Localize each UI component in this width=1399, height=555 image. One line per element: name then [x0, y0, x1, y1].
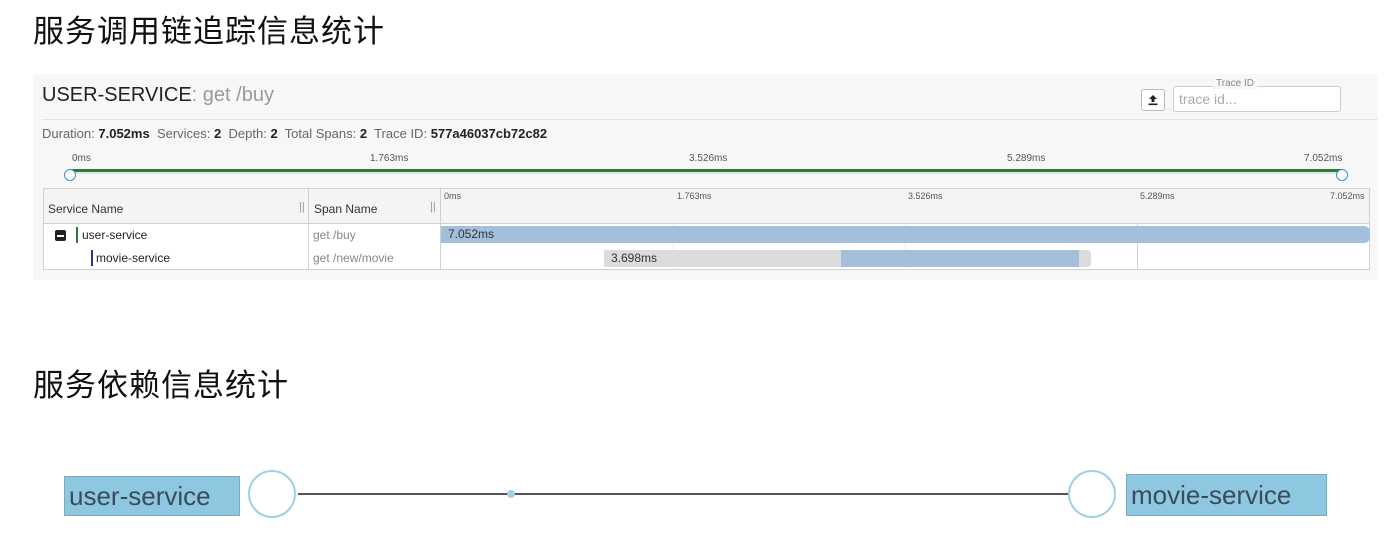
minimap-tick: 0ms	[72, 153, 91, 164]
service-name: user-service	[82, 228, 148, 242]
service-color-marker	[91, 250, 93, 266]
timeline-tick: 3.526ms	[908, 191, 943, 201]
trace-id-legend: Trace ID	[1213, 78, 1257, 89]
span-row[interactable]: user-service get /buy 7.052ms	[44, 224, 1370, 247]
span-duration-label: 3.698ms	[611, 251, 658, 265]
timeline-tick: 0ms	[444, 191, 462, 201]
minus-square-icon[interactable]	[55, 230, 66, 241]
depth-value: 2	[270, 126, 278, 141]
timeline-tick: 7.052ms	[1330, 191, 1365, 201]
trace-id-value: 577a46037cb72c82	[430, 126, 548, 141]
minimap-tick: 7.052ms	[1304, 153, 1343, 164]
minimap-track	[69, 172, 1343, 174]
column-header-span-name[interactable]: Span Name	[314, 189, 434, 223]
span-name: get /new/movie	[313, 251, 394, 265]
services-label: Services:	[156, 126, 211, 141]
page-heading-dependency-stats: 服务依赖信息统计	[33, 368, 289, 404]
upload-icon	[1148, 95, 1158, 106]
dependency-edge	[298, 493, 1068, 495]
dependency-node-source[interactable]	[248, 470, 296, 518]
panel-divider	[42, 119, 1378, 120]
span-duration-bar[interactable]	[841, 250, 1079, 267]
timeline-tick: 1.763ms	[677, 191, 712, 201]
column-resize-grip[interactable]: ||	[430, 201, 436, 213]
minimap-end-handle[interactable]	[1336, 169, 1348, 181]
table-header: Service Name || Span Name || 0ms 1.763ms…	[44, 189, 1369, 224]
trace-id-label: Trace ID:	[374, 126, 428, 141]
column-resize-grip[interactable]: ||	[299, 201, 305, 213]
minimap-start-handle[interactable]	[64, 169, 76, 181]
duration-value: 7.052ms	[98, 126, 150, 141]
services-value: 2	[214, 126, 222, 141]
total-spans-label: Total Spans:	[284, 126, 357, 141]
span-duration-bar[interactable]	[441, 226, 1370, 243]
dependency-node-label-source[interactable]: user-service	[64, 476, 240, 516]
export-button[interactable]	[1141, 89, 1165, 111]
span-name: get /buy	[313, 228, 356, 242]
service-color-marker	[76, 227, 78, 243]
dependency-node-target[interactable]	[1068, 470, 1116, 518]
depth-label: Depth:	[228, 126, 267, 141]
trace-panel: USER-SERVICE: get /buy Trace ID Duration…	[33, 74, 1378, 280]
span-duration-label: 7.052ms	[448, 227, 495, 241]
total-spans-value: 2	[359, 126, 368, 141]
trace-title: USER-SERVICE: get /buy	[42, 84, 274, 107]
page-heading-trace-stats: 服务调用链追踪信息统计	[33, 14, 385, 50]
column-header-service-name[interactable]: Service Name	[48, 189, 308, 223]
duration-label: Duration:	[42, 126, 95, 141]
service-name: movie-service	[96, 251, 171, 265]
timeline-tick: 5.289ms	[1140, 191, 1175, 201]
minimap-tick: 3.526ms	[689, 153, 728, 164]
trace-operation-name: : get /buy	[191, 84, 274, 106]
trace-id-input[interactable]	[1179, 89, 1329, 109]
trace-summary: Duration: 7.052ms Services: 2 Depth: 2 T…	[42, 126, 547, 141]
span-row[interactable]: movie-service get /new/movie 3.698ms	[44, 247, 1369, 270]
dependency-edge-marker	[507, 490, 515, 498]
minimap-tick: 5.289ms	[1007, 153, 1046, 164]
trace-service-name: USER-SERVICE	[42, 84, 192, 106]
minimap-tick: 1.763ms	[370, 153, 409, 164]
span-table: Service Name || Span Name || 0ms 1.763ms…	[43, 188, 1370, 270]
dependency-node-label-target[interactable]: movie-service	[1126, 474, 1327, 516]
